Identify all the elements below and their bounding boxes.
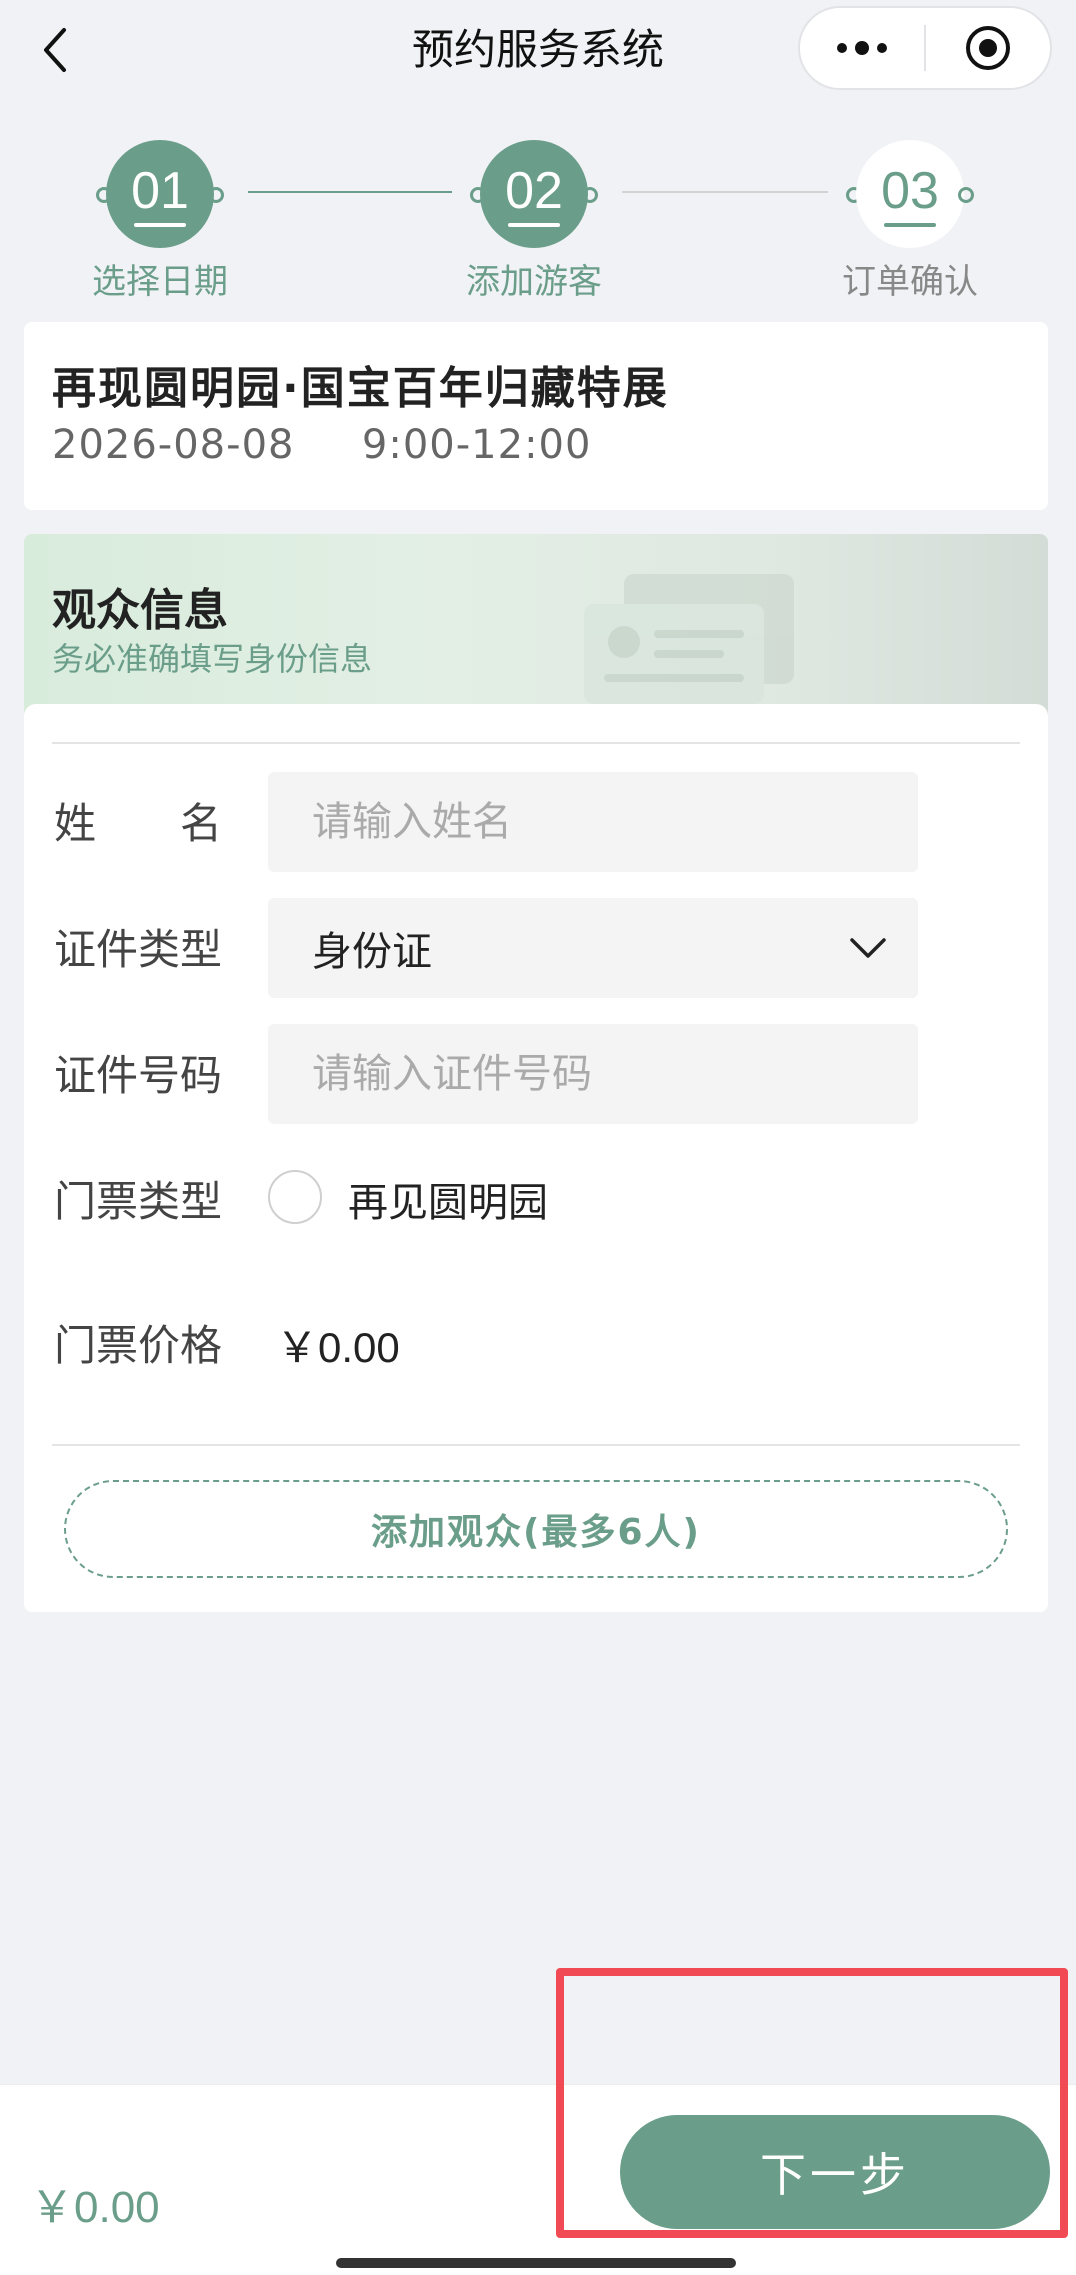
event-time-slot: 9:00-12:00 — [361, 422, 592, 468]
name-field-box — [268, 772, 918, 872]
id-card-illustration-icon — [584, 574, 794, 704]
chevron-down-icon — [838, 936, 898, 960]
visitor-info-title: 观众信息 — [52, 585, 228, 636]
event-datetime: 2026-08-08 9:00-12:00 — [52, 422, 591, 468]
step-3: 03 订单确认 — [806, 140, 1006, 302]
close-mini-program-icon[interactable] — [926, 8, 1050, 88]
add-visitor-button[interactable]: 添加观众(最多6人) — [64, 1480, 1008, 1578]
step-dot — [582, 187, 598, 203]
visitor-info-header: 观众信息 务必准确填写身份信息 — [24, 534, 1048, 716]
id-type-label: 证件类型 — [54, 925, 223, 974]
total-price: ￥0.00 — [30, 2183, 160, 2232]
bottom-bar: ￥0.00 下一步 — [0, 2084, 1076, 2275]
ticket-price-label: 门票价格 — [54, 1321, 223, 1370]
step-2-badge: 02 — [480, 140, 588, 248]
home-indicator — [336, 2258, 736, 2268]
step-2-number: 02 — [505, 162, 563, 220]
step-2-label: 添加游客 — [466, 262, 602, 302]
event-card: 再现圆明园·国宝百年归藏特展 2026-08-08 9:00-12:00 — [24, 322, 1048, 510]
progress-stepper: 01 选择日期 02 添加游客 03 订单确认 — [0, 130, 1076, 302]
more-icon[interactable] — [800, 8, 924, 88]
ticket-type-label: 门票类型 — [54, 1177, 223, 1226]
id-number-input[interactable] — [312, 1051, 918, 1097]
ticket-price-value: ￥0.00 — [276, 1324, 400, 1371]
id-type-select[interactable]: 身份证 — [268, 898, 918, 998]
step-1-badge: 01 — [106, 140, 214, 248]
id-number-field-box — [268, 1024, 918, 1124]
step-1-number: 01 — [131, 162, 189, 220]
step-1: 01 选择日期 — [56, 140, 256, 302]
step-1-label: 选择日期 — [92, 262, 228, 302]
divider — [52, 742, 1020, 744]
name-label: 姓 名 — [54, 799, 223, 848]
visitor-info-subtitle: 务必准确填写身份信息 — [52, 640, 373, 678]
mini-program-capsule — [798, 6, 1052, 90]
name-input[interactable] — [312, 799, 918, 845]
step-dot — [208, 187, 224, 203]
step-underline — [884, 223, 936, 227]
step-connector-1 — [248, 191, 452, 193]
divider — [52, 1444, 1020, 1446]
visitor-form: 姓 名 证件类型 身份证 证件号码 门票类型 再见圆明园 门票价格 ￥0.00 … — [24, 704, 1048, 1612]
id-type-value: 身份证 — [312, 929, 432, 975]
step-underline — [508, 223, 560, 227]
event-date: 2026-08-08 — [52, 422, 295, 468]
next-step-button[interactable]: 下一步 — [620, 2115, 1050, 2229]
ticket-type-radio[interactable] — [268, 1170, 322, 1224]
top-nav: 预约服务系统 — [0, 0, 1076, 100]
step-3-number: 03 — [881, 162, 939, 220]
step-2: 02 添加游客 — [430, 140, 630, 302]
event-title: 再现圆明园·国宝百年归藏特展 — [52, 363, 669, 414]
step-underline — [134, 223, 186, 227]
step-dot — [958, 187, 974, 203]
step-3-label: 订单确认 — [842, 262, 978, 302]
step-connector-2 — [622, 191, 828, 193]
id-number-label: 证件号码 — [54, 1051, 223, 1100]
ticket-type-option-label[interactable]: 再见圆明园 — [348, 1170, 548, 1228]
step-3-badge: 03 — [856, 140, 964, 248]
